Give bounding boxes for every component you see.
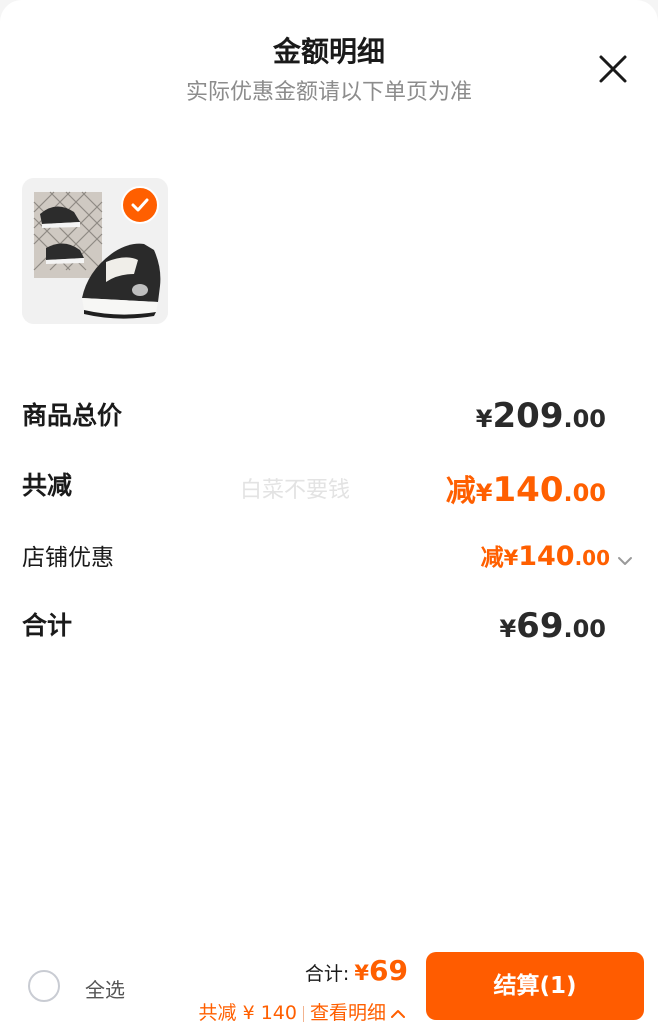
checkout-bar: 全选 合计: ¥69 共减 ¥ 140 查看明细 结算(1) (0, 940, 658, 1036)
subtotal-currency: ¥ (475, 405, 493, 433)
subtotal-decimal: .00 (563, 405, 606, 433)
select-all-label[interactable]: 全选 (85, 974, 125, 1003)
subtotal-label: 商品总价 (22, 401, 123, 430)
store-discount-prefix: 减 (480, 545, 504, 571)
divider (302, 1005, 304, 1022)
total-amount: ¥69.00 (499, 606, 606, 646)
footer-discount-text: 共减 ¥ 140 (198, 1002, 297, 1024)
store-discount-amount[interactable]: 减¥140.00 (481, 538, 634, 572)
store-discount-integer: 140 (518, 541, 575, 572)
footer-total-currency: ¥ (354, 961, 370, 985)
store-discount-currency: ¥ (503, 546, 519, 570)
total-decimal: .00 (563, 615, 606, 643)
total-discount-amount: 减¥140.00 (446, 466, 606, 510)
total-row: 合计 ¥69.00 (22, 606, 606, 650)
close-button[interactable] (596, 52, 630, 86)
footer-total-value: 69 (369, 954, 408, 987)
watermark-text: 白菜不要钱 (240, 478, 351, 503)
check-icon (131, 198, 149, 212)
footer-total: 合计: ¥69 (305, 954, 408, 987)
footer-discount-summary: 共减 ¥ 140 查看明细 (199, 998, 406, 1025)
chevron-up-icon (391, 1009, 405, 1018)
subtotal-integer: 209 (492, 396, 564, 436)
amount-detail-sheet: 金额明细 实际优惠金额请以下单页为准 商品总价 ¥209.00 共减 减¥140… (0, 0, 658, 1036)
total-label: 合计 (22, 611, 73, 640)
subtotal-row: 商品总价 ¥209.00 (22, 396, 606, 440)
total-discount-integer: 140 (492, 470, 564, 510)
total-discount-decimal: .00 (563, 479, 606, 507)
subtotal-amount: ¥209.00 (476, 396, 606, 436)
total-currency: ¥ (499, 615, 517, 643)
view-detail-label: 查看明细 (309, 1002, 386, 1024)
total-discount-label: 共减 (22, 471, 73, 500)
footer-total-label: 合计: (304, 963, 350, 985)
selected-check-badge[interactable] (121, 186, 159, 224)
store-discount-label: 店铺优惠 (22, 545, 114, 571)
total-integer: 69 (516, 606, 564, 646)
total-discount-currency: ¥ (475, 479, 493, 507)
sheet-title: 金额明细 (272, 35, 385, 68)
sheet-header: 金额明细 实际优惠金额请以下单页为准 (0, 0, 658, 130)
sheet-subtitle: 实际优惠金额请以下单页为准 (185, 80, 472, 105)
total-discount-prefix: 减 (445, 474, 476, 509)
view-detail-link[interactable]: 查看明细 (310, 1002, 406, 1024)
checkout-button[interactable]: 结算(1) (426, 952, 644, 1020)
close-icon (599, 55, 627, 83)
store-discount-decimal: .00 (574, 546, 610, 570)
select-all-radio[interactable] (28, 970, 60, 1002)
chevron-down-icon (618, 556, 632, 565)
store-discount-row[interactable]: 店铺优惠 减¥140.00 (22, 538, 632, 582)
